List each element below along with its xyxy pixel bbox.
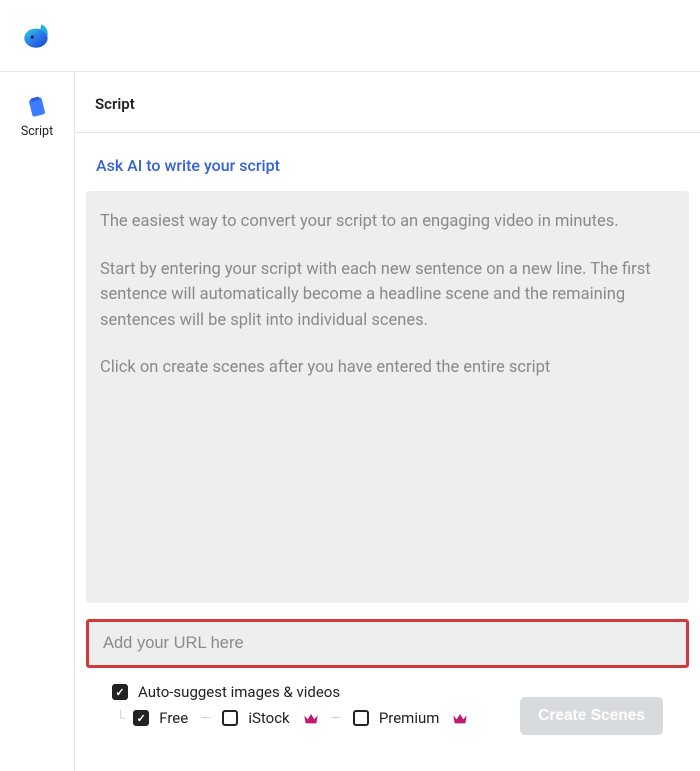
app-logo-icon bbox=[20, 19, 54, 53]
sidebar-item-label: Script bbox=[21, 124, 53, 139]
istock-checkbox[interactable] bbox=[222, 710, 238, 726]
script-placeholder-line: Start by entering your script with each … bbox=[100, 257, 675, 334]
separator: — bbox=[329, 711, 343, 726]
separator: — bbox=[198, 711, 212, 726]
premium-label: Premium bbox=[379, 709, 440, 727]
script-textarea[interactable]: The easiest way to convert your script t… bbox=[86, 191, 689, 603]
premium-checkbox[interactable] bbox=[353, 710, 369, 726]
content-header: Script bbox=[75, 72, 700, 133]
istock-label: iStock bbox=[248, 709, 289, 727]
script-placeholder-line: The easiest way to convert your script t… bbox=[100, 209, 675, 235]
tree-branch-icon: └ bbox=[116, 710, 125, 726]
script-icon bbox=[24, 94, 50, 120]
ask-ai-link[interactable]: Ask AI to write your script bbox=[86, 150, 689, 191]
crown-icon bbox=[452, 711, 468, 725]
url-input[interactable] bbox=[89, 622, 686, 665]
page-title: Script bbox=[95, 95, 700, 113]
sidebar: Script bbox=[0, 72, 75, 771]
script-placeholder-line: Click on create scenes after you have en… bbox=[100, 355, 675, 381]
auto-suggest-label: Auto-suggest images & videos bbox=[138, 683, 340, 701]
sidebar-item-script[interactable]: Script bbox=[21, 94, 53, 139]
url-input-container bbox=[86, 619, 689, 668]
create-scenes-button[interactable]: Create Scenes bbox=[520, 697, 663, 735]
auto-suggest-checkbox[interactable] bbox=[112, 684, 128, 700]
crown-icon bbox=[303, 711, 319, 725]
free-checkbox[interactable] bbox=[133, 710, 149, 726]
free-label: Free bbox=[159, 709, 188, 727]
